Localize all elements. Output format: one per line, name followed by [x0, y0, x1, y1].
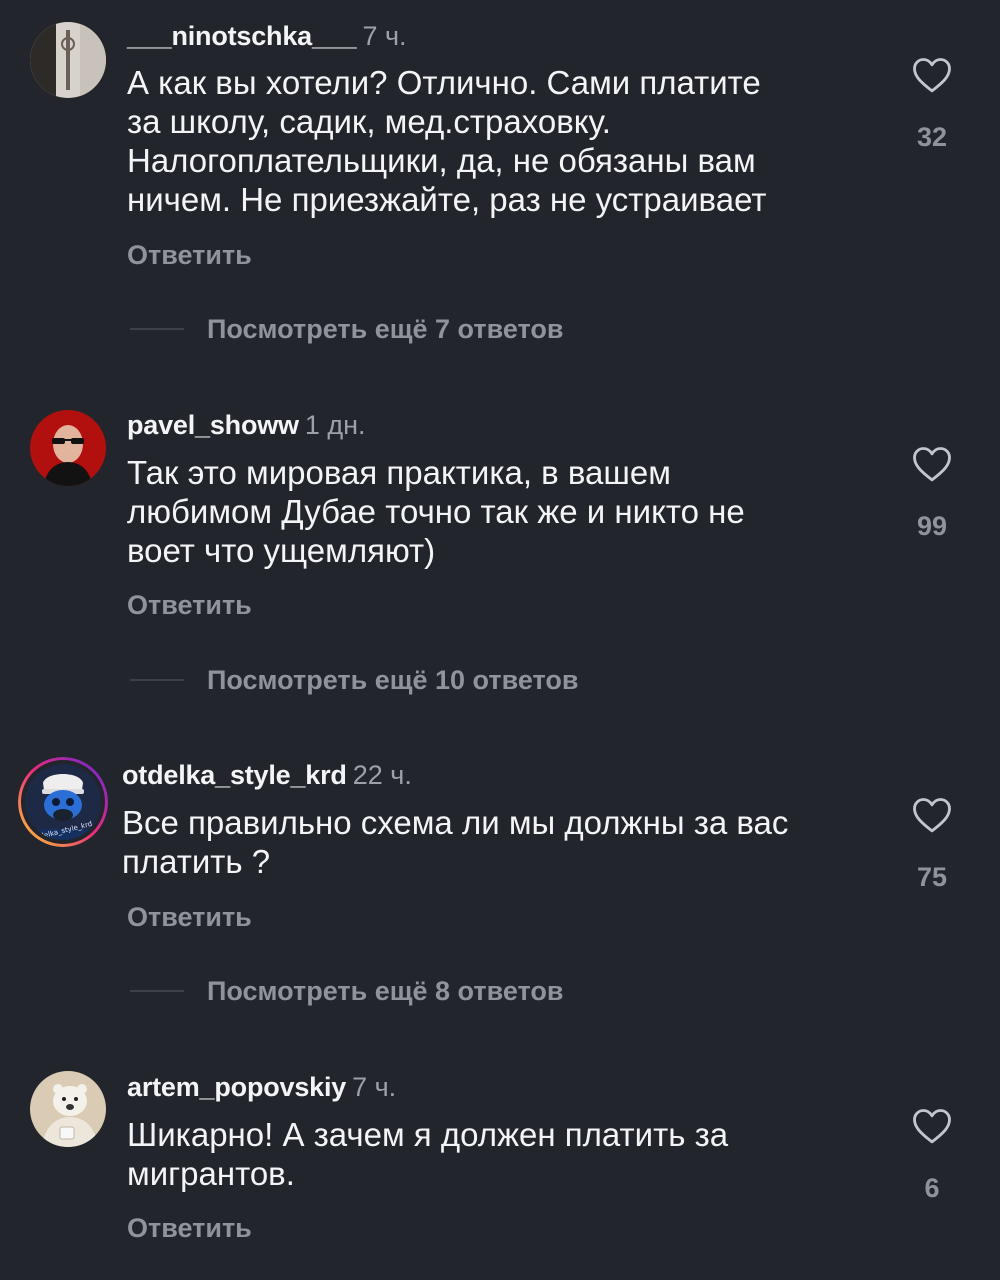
view-replies-button[interactable]: Посмотреть ещё 10 ответов [207, 665, 578, 696]
avatar[interactable] [30, 1071, 106, 1147]
view-replies-button[interactable]: Посмотреть ещё 7 ответов [207, 314, 563, 345]
avatar[interactable] [30, 22, 106, 98]
timestamp: 1 дн. [304, 410, 366, 440]
replies-divider [130, 990, 184, 992]
timestamp: 7 ч. [362, 21, 407, 51]
comment-text: Шикарно! А зачем я должен платить за миг… [127, 1116, 729, 1192]
comment-text: А как вы хотели? Отлично. Сами платите з… [127, 64, 767, 218]
avatar-image [30, 22, 106, 98]
like-control[interactable]: 32 [896, 56, 968, 153]
reply-button[interactable]: Ответить [127, 1213, 252, 1244]
reply-button[interactable]: Ответить [127, 590, 252, 621]
like-count: 75 [916, 862, 948, 892]
view-replies-button[interactable]: Посмотреть ещё 8 ответов [207, 976, 563, 1007]
timestamp: 7 ч. [352, 1072, 397, 1102]
heart-outline-icon[interactable] [912, 1107, 952, 1145]
username[interactable]: pavel_showw [127, 410, 299, 440]
heart-outline-icon[interactable] [912, 445, 952, 483]
username[interactable]: ___ninotschka___ [127, 21, 357, 51]
avatar-image [30, 410, 106, 486]
comment-header: otdelka_style_krd 22 ч. [122, 759, 412, 791]
avatar-image [30, 1071, 106, 1147]
avatar-image: otdelka_style_krd [18, 757, 108, 847]
like-count: 99 [916, 511, 948, 541]
heart-outline-icon[interactable] [912, 796, 952, 834]
avatar[interactable]: otdelka_style_krd [18, 757, 108, 847]
comment-text: Все правильно схема ли мы должны за вас … [122, 804, 789, 880]
like-control[interactable]: 6 [896, 1107, 968, 1204]
username[interactable]: artem_popovskiy [127, 1072, 346, 1102]
like-count: 32 [916, 122, 948, 152]
username[interactable]: otdelka_style_krd [122, 760, 347, 790]
like-control[interactable]: 99 [896, 445, 968, 542]
reply-button[interactable]: Ответить [127, 240, 252, 271]
heart-outline-icon[interactable] [912, 56, 952, 94]
replies-divider [130, 679, 184, 681]
comment-header: artem_popovskiy 7 ч. [127, 1071, 396, 1103]
replies-divider [130, 328, 184, 330]
comment-header: ___ninotschka___ 7 ч. [127, 20, 407, 52]
like-count: 6 [924, 1173, 940, 1203]
timestamp: 22 ч. [352, 760, 412, 790]
avatar[interactable] [30, 410, 106, 486]
like-control[interactable]: 75 [896, 796, 968, 893]
comment-text: Так это мировая практика, в вашем любимо… [127, 454, 745, 569]
comment-header: pavel_showw 1 дн. [127, 409, 366, 441]
reply-button[interactable]: Ответить [127, 902, 252, 933]
